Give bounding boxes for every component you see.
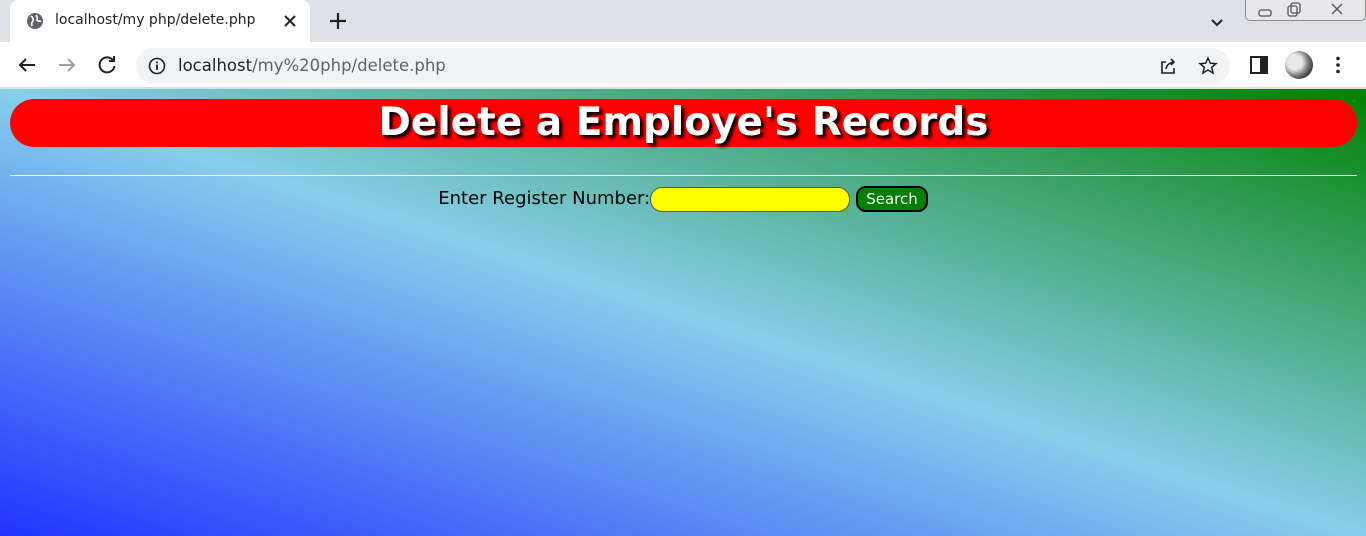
info-icon[interactable] — [148, 57, 166, 75]
divider — [10, 175, 1357, 176]
page-title: Delete a Employe's Records — [378, 100, 989, 145]
register-number-label: Enter Register Number: — [438, 188, 651, 209]
search-button[interactable]: Search — [856, 186, 928, 212]
globe-icon — [27, 13, 43, 29]
browser-tab[interactable]: localhost/my php/delete.php — [10, 0, 310, 42]
url-path: /my%20php/delete.php — [252, 56, 446, 75]
forward-icon[interactable] — [55, 53, 79, 77]
tab-strip: localhost/my php/delete.php — [0, 0, 1366, 42]
minimize-icon[interactable] — [1252, 0, 1278, 20]
page-viewport: Delete a Employe's Records Enter Registe… — [0, 89, 1366, 536]
url-host: localhost — [178, 56, 253, 75]
search-form: Enter Register Number: Search — [0, 186, 1366, 214]
avatar[interactable] — [1285, 51, 1313, 79]
register-number-input[interactable] — [650, 186, 851, 212]
heading-banner: Delete a Employe's Records — [10, 99, 1357, 147]
window-controls — [1245, 0, 1366, 21]
back-icon[interactable] — [15, 53, 39, 77]
close-icon[interactable] — [280, 11, 300, 31]
menu-icon[interactable] — [1327, 54, 1349, 76]
side-panel-icon[interactable] — [1248, 54, 1270, 76]
tab-search-icon[interactable] — [1206, 11, 1228, 33]
browser-toolbar: localhost/my%20php/delete.php — [0, 42, 1366, 88]
star-icon[interactable] — [1198, 56, 1218, 76]
tab-title: localhost/my php/delete.php — [55, 12, 256, 28]
share-icon[interactable] — [1158, 56, 1178, 76]
address-bar[interactable]: localhost/my%20php/delete.php — [136, 48, 1230, 84]
reload-icon[interactable] — [95, 53, 119, 77]
close-window-icon[interactable] — [1322, 0, 1352, 20]
new-tab-icon[interactable] — [326, 9, 350, 33]
url-text: localhost/my%20php/delete.php — [178, 56, 446, 75]
restore-icon[interactable] — [1280, 0, 1306, 20]
